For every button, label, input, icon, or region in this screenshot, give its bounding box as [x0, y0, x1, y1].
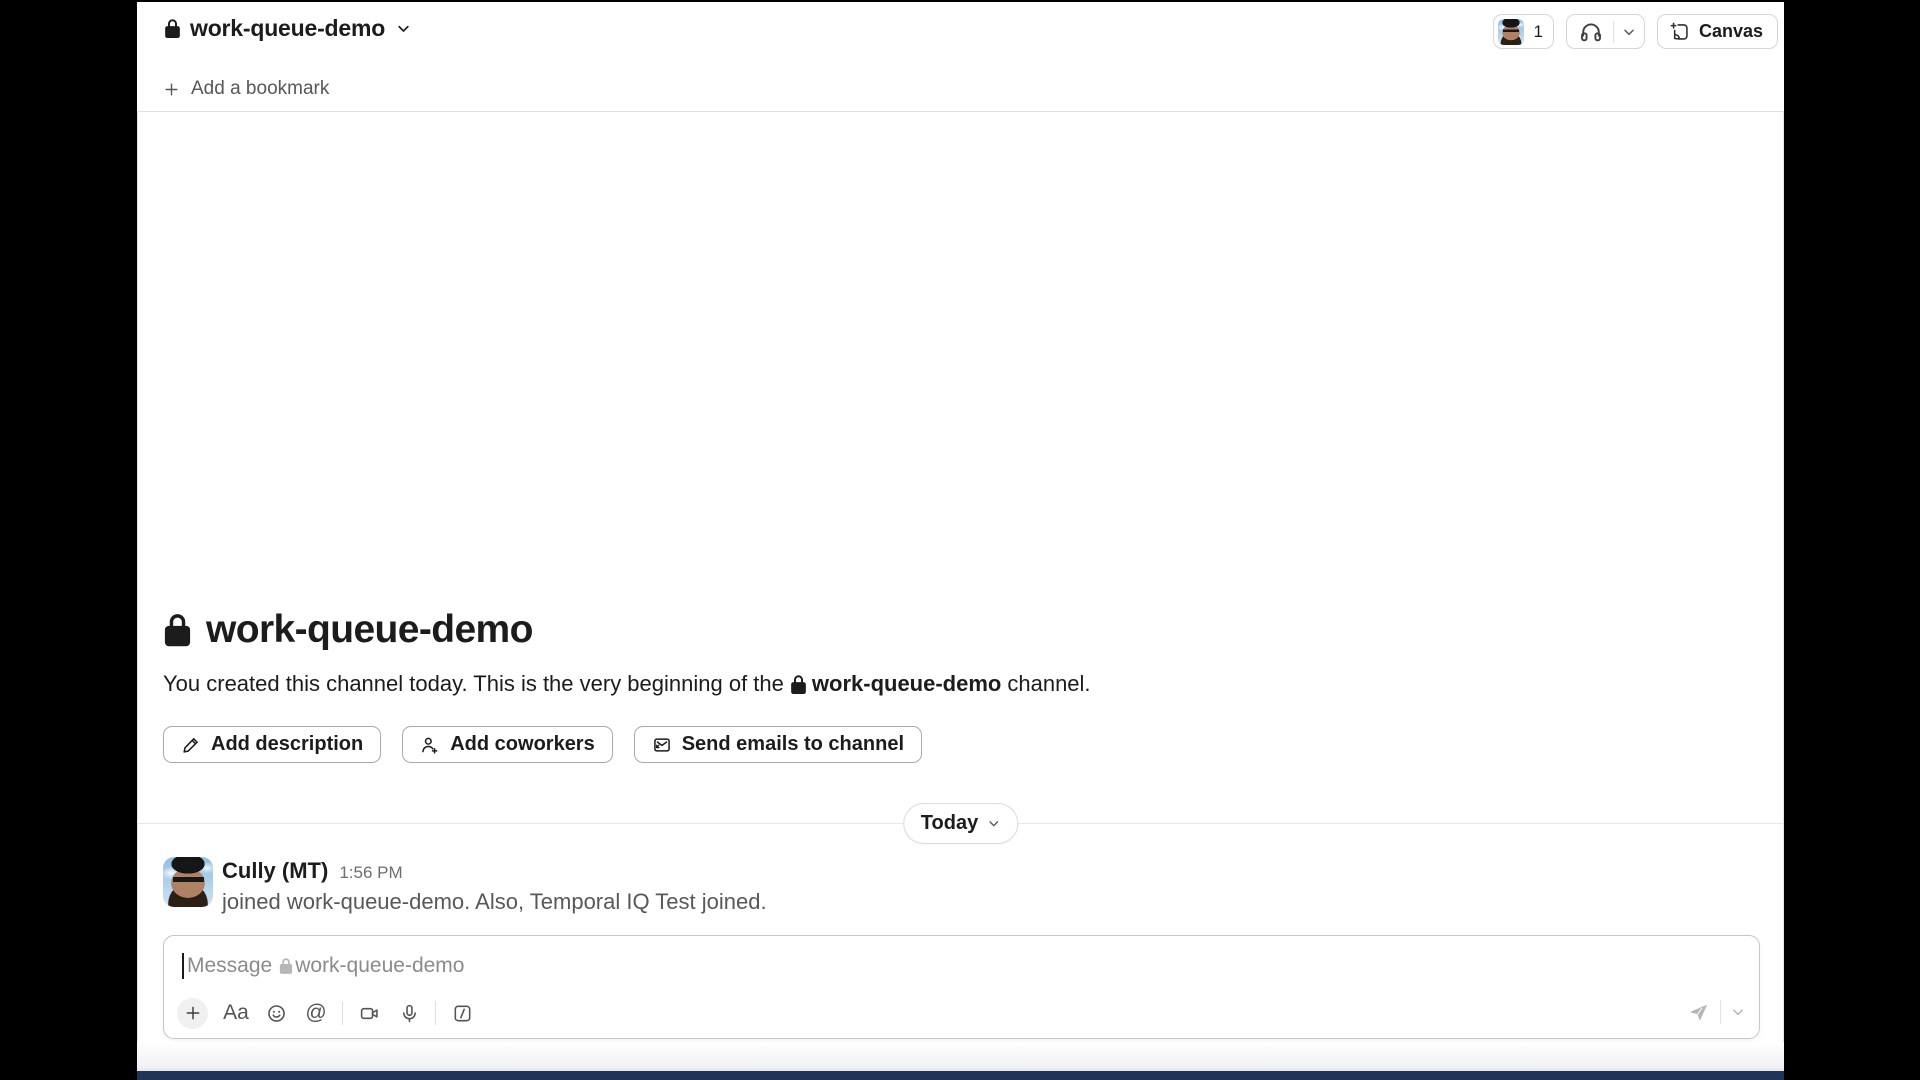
date-divider: Today [137, 803, 1784, 844]
slash-commands-button[interactable] [442, 997, 482, 1029]
private-channel-lock-icon [790, 674, 807, 695]
smiley-icon [266, 1003, 287, 1024]
emoji-button[interactable] [256, 997, 296, 1029]
message-avatar[interactable] [163, 857, 213, 907]
private-channel-lock-icon [163, 612, 192, 648]
mention-button[interactable]: @ [296, 997, 336, 1029]
send-controls [1687, 996, 1745, 1028]
divider [1613, 21, 1614, 43]
date-pill-label: Today [921, 812, 978, 835]
huddle-button[interactable] [1566, 14, 1645, 49]
attach-plus-button[interactable] [177, 998, 208, 1029]
message-text: joined work-queue-demo. Also, Temporal I… [222, 889, 767, 915]
slack-window: work-queue-demo Add a bookmark 1 [137, 2, 1784, 1080]
plus-icon [184, 1004, 202, 1022]
send-button[interactable] [1687, 1001, 1710, 1024]
chevron-down-icon[interactable] [1622, 25, 1636, 39]
add-bookmark-button[interactable]: Add a bookmark [163, 78, 329, 100]
private-channel-lock-icon [279, 957, 293, 975]
chevron-down-icon [396, 21, 411, 36]
at-sign-icon: @ [305, 1001, 326, 1025]
audio-clip-button[interactable] [389, 997, 429, 1029]
chevron-down-icon [987, 817, 1000, 830]
intro-description-channel: work-queue-demo [812, 669, 1001, 699]
member-avatar [1498, 19, 1524, 45]
video-clip-button[interactable] [349, 997, 389, 1029]
add-description-button[interactable]: Add description [163, 726, 381, 763]
slash-command-icon [452, 1003, 473, 1024]
add-coworkers-button[interactable]: Add coworkers [402, 726, 612, 763]
intro-description-prefix: You created this channel today. This is … [163, 669, 784, 699]
headphones-icon [1579, 20, 1603, 44]
intro-description-suffix: channel. [1007, 669, 1090, 699]
message-input[interactable]: Message work-queue-demo [182, 951, 1741, 981]
screenshot-stage: work-queue-demo Add a bookmark 1 [0, 0, 1920, 1080]
composer-placeholder-prefix: Message [187, 954, 272, 978]
video-camera-icon [359, 1003, 380, 1024]
composer-toolbar: Aa @ [177, 997, 482, 1029]
divider [1720, 1000, 1721, 1024]
plus-icon [163, 81, 180, 98]
header-actions: 1 Canvas [1493, 14, 1778, 49]
intro-description: You created this channel today. This is … [163, 669, 1091, 699]
add-description-label: Add description [211, 733, 363, 756]
members-button[interactable]: 1 [1493, 14, 1553, 49]
email-icon [652, 735, 672, 755]
channel-title: work-queue-demo [190, 15, 385, 42]
intro-channel-title: work-queue-demo [206, 608, 533, 652]
add-coworkers-label: Add coworkers [450, 733, 594, 756]
divider [342, 1001, 343, 1025]
pencil-icon [181, 735, 201, 755]
intro-actions: Add description Add coworkers Send email… [163, 726, 1091, 763]
add-person-icon [420, 735, 440, 755]
date-pill-button[interactable]: Today [903, 803, 1018, 844]
canvas-button[interactable]: Canvas [1657, 14, 1778, 49]
member-count: 1 [1533, 22, 1542, 42]
channel-header: work-queue-demo Add a bookmark 1 [137, 2, 1784, 112]
message-meta: Cully (MT) 1:56 PM [222, 858, 767, 884]
format-text-icon: Aa [223, 1001, 249, 1025]
channel-intro: work-queue-demo You created this channel… [163, 608, 1091, 763]
divider [435, 1001, 436, 1025]
footer-gradient [137, 1042, 1784, 1068]
send-emails-button[interactable]: Send emails to channel [634, 726, 922, 763]
channel-title-button[interactable]: work-queue-demo [164, 15, 411, 42]
message-timestamp[interactable]: 1:56 PM [339, 863, 402, 883]
composer-placeholder-channel: work-queue-demo [295, 954, 464, 978]
message-body: Cully (MT) 1:56 PM joined work-queue-dem… [222, 857, 767, 915]
add-bookmark-label: Add a bookmark [191, 78, 329, 100]
canvas-icon [1669, 21, 1690, 42]
send-emails-label: Send emails to channel [682, 733, 904, 756]
text-caret [182, 953, 184, 979]
formatting-button[interactable]: Aa [216, 997, 256, 1029]
microphone-icon [399, 1003, 420, 1024]
private-channel-lock-icon [164, 18, 181, 39]
intro-title-row: work-queue-demo [163, 608, 1091, 652]
message-username[interactable]: Cully (MT) [222, 858, 328, 884]
bottom-navy-bar [137, 1071, 1784, 1080]
message-composer: Message work-queue-demo Aa @ [163, 935, 1760, 1039]
send-options-chevron[interactable] [1731, 1005, 1745, 1019]
message-row: Cully (MT) 1:56 PM joined work-queue-dem… [163, 857, 767, 915]
canvas-label: Canvas [1699, 21, 1763, 42]
